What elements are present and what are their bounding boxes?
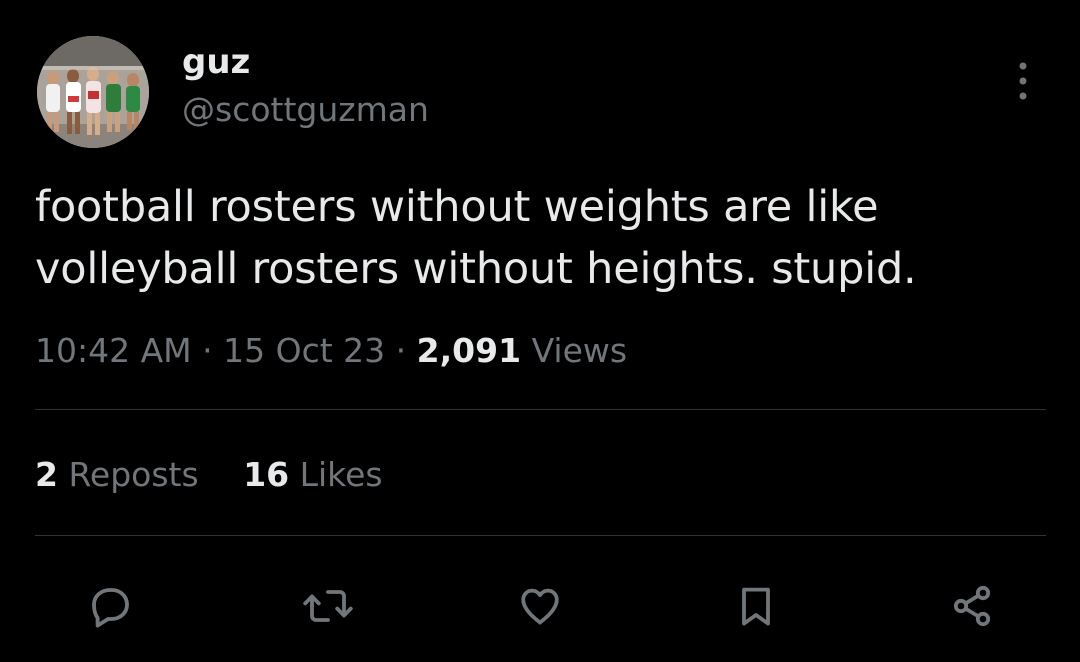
tweet-meta: 10:42 AM · 15 Oct 23 · 2,091 Views [35,328,627,374]
views-count[interactable]: 2,091 [417,331,521,370]
heart-icon [521,588,559,625]
divider [35,535,1046,536]
likes-label: Likes [299,455,383,494]
meta-separator: · [202,331,213,370]
reposts-stat[interactable]: 2 Reposts [35,452,199,498]
more-options-button[interactable] [1005,56,1041,106]
share-button[interactable] [944,578,1000,634]
divider [35,409,1046,410]
avatar[interactable] [37,36,149,148]
tweet-time[interactable]: 10:42 AM [35,331,192,370]
bookmark-icon [742,587,770,626]
meta-separator: · [395,331,407,370]
tweet-card: guz @scottguzman football rosters withou… [0,0,1080,662]
like-button[interactable] [512,578,568,634]
reply-button[interactable] [82,578,138,634]
share-icon [953,585,991,627]
repost-icon [303,590,353,622]
engagement-stats: 2 Reposts 16 Likes [35,452,383,498]
bookmark-button[interactable] [728,578,784,634]
reposts-label: Reposts [68,455,199,494]
likes-count: 16 [243,455,290,494]
avatar-photo-icon [37,36,149,148]
reposts-count: 2 [35,455,58,494]
views-label[interactable]: Views [532,331,628,370]
display-name[interactable]: guz [182,40,250,84]
more-vertical-icon [1019,62,1027,100]
tweet-date[interactable]: 15 Oct 23 [223,331,385,370]
repost-button[interactable] [300,578,356,634]
likes-stat[interactable]: 16 Likes [243,452,382,498]
reply-icon [92,588,129,628]
tweet-text: football rosters without weights are lik… [35,182,917,294]
user-handle[interactable]: @scottguzman [182,88,429,132]
